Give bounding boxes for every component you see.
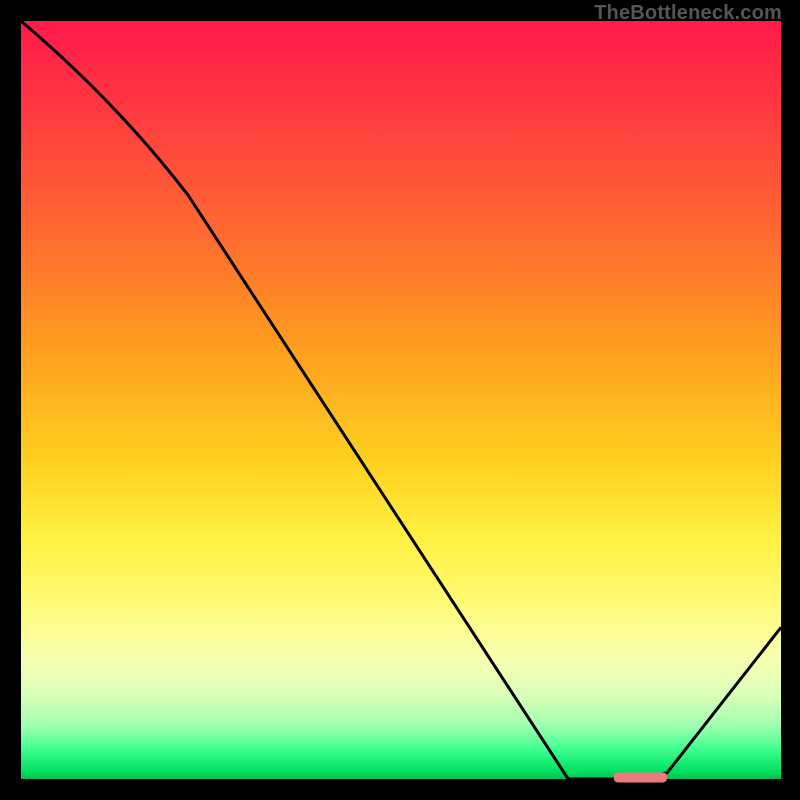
chart-frame: TheBottleneck.com (0, 0, 800, 800)
curve-layer (21, 21, 781, 779)
optimal-region-marker (614, 772, 667, 782)
bottleneck-curve (21, 21, 781, 779)
